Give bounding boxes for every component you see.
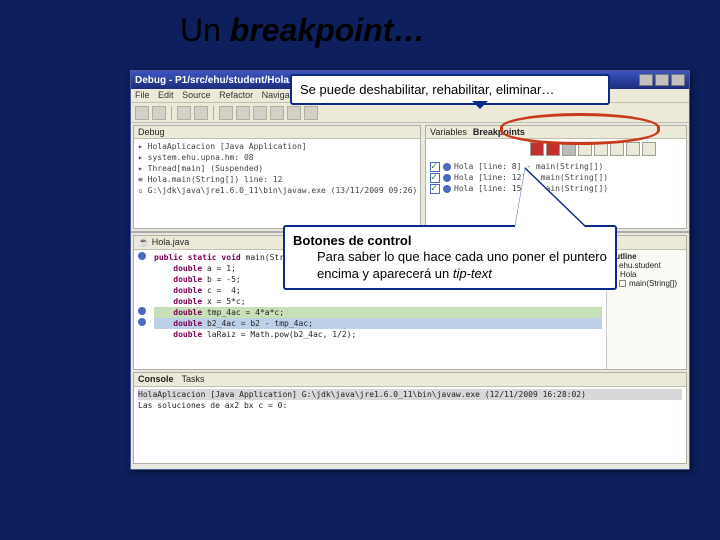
menu-item[interactable]: Source <box>182 90 211 100</box>
callout-bottom: Botones de control Para saber lo que hac… <box>283 225 617 290</box>
breakpoint-marker-icon[interactable] <box>138 318 146 326</box>
terminate-icon[interactable] <box>253 106 267 120</box>
tree-row[interactable]: ▸ HolaAplicacion [Java Application] <box>138 141 416 152</box>
breakpoint-marker-icon[interactable] <box>138 307 146 315</box>
console-pane: Console Tasks HolaAplicacion [Java Appli… <box>133 372 687 464</box>
run-icon[interactable] <box>194 106 208 120</box>
goto-file-icon[interactable] <box>578 142 592 156</box>
skip-all-icon[interactable] <box>594 142 608 156</box>
title-emph: breakpoint… <box>230 12 426 48</box>
checkbox-icon[interactable] <box>430 184 440 194</box>
show-breakpoints-icon[interactable] <box>562 142 576 156</box>
main-toolbar <box>131 103 689 123</box>
checkbox-icon[interactable] <box>430 173 440 183</box>
tab-tasks[interactable]: Tasks <box>182 374 205 385</box>
callout-bottom-title: Botones de control <box>293 233 607 249</box>
breakpoint-dot-icon <box>443 174 451 182</box>
debug-tree[interactable]: ▸ HolaAplicacion [Java Application] ▸ sy… <box>134 139 420 198</box>
code-line-selected: double b2_4ac = b2 - tmp_4ac; <box>154 318 602 329</box>
remove-all-breakpoints-icon[interactable] <box>546 142 560 156</box>
close-button[interactable] <box>671 74 685 86</box>
pane-tabs: Variables Breakpoints <box>426 126 686 139</box>
suspend-icon[interactable] <box>236 106 250 120</box>
outline-item[interactable]: ehu.student <box>609 261 684 270</box>
tree-row[interactable]: ▸ Thread[main] (Suspended) <box>138 163 416 174</box>
new-icon[interactable] <box>135 106 149 120</box>
maximize-button[interactable] <box>655 74 669 86</box>
checkbox-icon[interactable] <box>430 162 440 172</box>
link-with-view-icon[interactable] <box>642 142 656 156</box>
remove-breakpoint-icon[interactable] <box>530 142 544 156</box>
code-line-current: double tmp_4ac = 4*a*c; <box>154 307 602 318</box>
breakpoint-dot-icon <box>443 185 451 193</box>
console-line: Las soluciones de ax2 bx c = 0: <box>138 400 682 411</box>
debug-icon[interactable] <box>177 106 191 120</box>
step-over-icon[interactable] <box>287 106 301 120</box>
console-header: HolaAplicacion [Java Application] G:\jdk… <box>138 389 682 400</box>
outline-item[interactable]: +Hola <box>609 270 684 279</box>
method-icon <box>619 280 626 287</box>
expand-all-icon[interactable] <box>610 142 624 156</box>
debug-tab[interactable]: Debug <box>134 126 420 139</box>
title-plain: Un <box>180 12 230 48</box>
callout-bottom-body: Para saber lo que hace cada uno poner el… <box>293 249 607 282</box>
collapse-all-icon[interactable] <box>626 142 640 156</box>
upper-panes: Debug ▸ HolaAplicacion [Java Application… <box>131 123 689 233</box>
console-output[interactable]: HolaAplicacion [Java Application] G:\jdk… <box>134 387 686 413</box>
menu-item[interactable]: Refactor <box>219 90 253 100</box>
save-icon[interactable] <box>152 106 166 120</box>
menu-item[interactable]: Edit <box>158 90 174 100</box>
step-return-icon[interactable] <box>304 106 318 120</box>
step-into-icon[interactable] <box>270 106 284 120</box>
breakpoints-toolbar <box>530 140 680 158</box>
tab-variables[interactable]: Variables <box>430 127 467 137</box>
tree-row[interactable]: ≡ Hola.main(String[]) line: 12 <box>138 174 416 185</box>
tab-breakpoints[interactable]: Breakpoints <box>473 127 525 137</box>
tree-row[interactable]: ▫ G:\jdk\java\jre1.6.0_11\bin\javaw.exe … <box>138 185 416 196</box>
tree-row[interactable]: ▸ system.ehu.upna.hm: 08 <box>138 152 416 163</box>
breakpoint-marker-icon[interactable] <box>138 252 146 260</box>
tab-console[interactable]: Console <box>138 374 174 385</box>
slide-title: Un breakpoint… <box>180 12 425 49</box>
outline-title: Outline <box>609 252 684 261</box>
debug-pane: Debug ▸ HolaAplicacion [Java Application… <box>133 125 421 229</box>
outline-item[interactable]: main(String[]) <box>609 279 684 288</box>
menu-item[interactable]: File <box>135 90 150 100</box>
resume-icon[interactable] <box>219 106 233 120</box>
breakpoint-dot-icon <box>443 163 451 171</box>
code-line: double laRaiz = Math.pow(b2_4ac, 1/2); <box>154 329 602 340</box>
code-line: double x = 5*c; <box>154 296 602 307</box>
outline-pane[interactable]: Outline ehu.student +Hola main(String[]) <box>606 250 686 369</box>
callout-top: Se puede deshabilitar, rehabilitar, elim… <box>290 74 610 105</box>
minimize-button[interactable] <box>639 74 653 86</box>
